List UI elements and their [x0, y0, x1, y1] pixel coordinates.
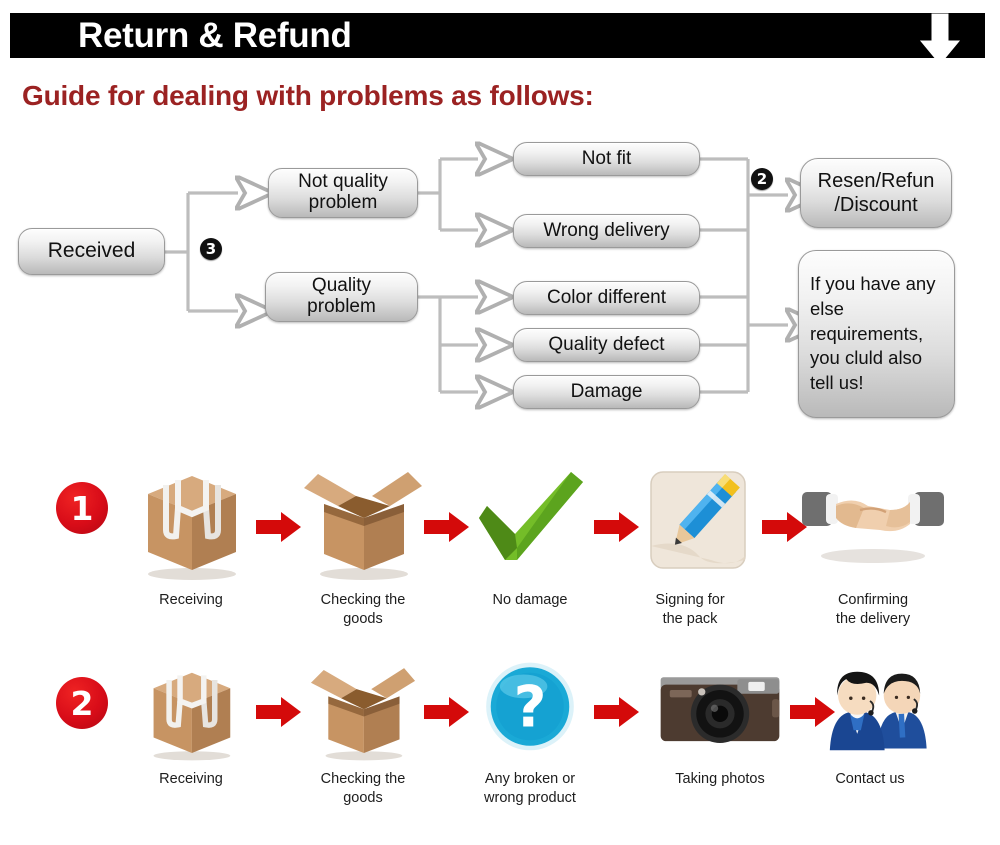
pencil-signing-icon: [625, 460, 755, 585]
flow-node-not-quality-problem-label: Not quality problem: [298, 171, 388, 213]
sealed-box-icon: [126, 460, 256, 585]
flow-node-quality-problem-label: Quality problem: [307, 275, 376, 317]
flow-node-color-different[interactable]: Color different: [513, 281, 700, 315]
process-step[interactable]: Contact us: [800, 659, 940, 789]
process-step[interactable]: Signing for the pack: [625, 460, 755, 628]
process-step[interactable]: No damage: [465, 460, 595, 610]
red-arrow-icon: [256, 510, 302, 544]
flow-node-not-fit-label: Not fit: [581, 147, 632, 169]
flow-node-else-requirements[interactable]: If you have any else requirements, you c…: [798, 250, 955, 418]
row-number-badge-1-label: 1: [70, 488, 94, 528]
process-step-label: Receiving: [159, 592, 223, 608]
flow-node-else-requirements-label: If you have any else requirements, you c…: [810, 273, 936, 394]
row-number-badge-2: 2: [56, 677, 108, 729]
process-step-label: Checking the goods: [320, 771, 406, 806]
flow-node-not-quality-problem[interactable]: Not quality problem: [268, 168, 418, 218]
flow-node-not-fit[interactable]: Not fit: [513, 142, 700, 176]
red-arrow-icon: [424, 510, 470, 544]
flow-node-resend-refund-discount[interactable]: Resen/Refun /Discount: [800, 158, 952, 228]
open-box-icon: [298, 659, 428, 764]
flow-node-quality-problem[interactable]: Quality problem: [265, 272, 418, 322]
process-step[interactable]: Checking the goods: [298, 659, 428, 807]
support-agents-icon: [800, 659, 940, 764]
green-check-icon: [465, 460, 595, 585]
process-step[interactable]: Checking the goods: [298, 460, 428, 628]
flow-badge-three: 3: [200, 238, 222, 260]
process-step-label: No damage: [492, 592, 568, 608]
process-row-1: 1 Receiving Checking the goods No damage…: [0, 450, 1000, 650]
flow-node-damage[interactable]: Damage: [513, 375, 700, 409]
svg-text:?: ?: [514, 675, 547, 741]
process-step[interactable]: Confirming the delivery: [798, 460, 948, 628]
sealed-box-icon: [126, 659, 256, 764]
flow-badge-two: 2: [751, 168, 773, 190]
flow-node-damage-label: Damage: [570, 380, 643, 402]
process-step-label: Confirming the delivery: [835, 592, 911, 627]
flow-node-resend-refund-discount-label: Resen/Refun /Discount: [817, 169, 935, 216]
camera-icon: [645, 659, 795, 764]
flow-node-wrong-delivery[interactable]: Wrong delivery: [513, 214, 700, 248]
open-box-icon: [298, 460, 428, 585]
flow-node-color-different-label: Color different: [547, 286, 666, 308]
process-step[interactable]: ? Any broken or wrong product: [465, 659, 595, 807]
red-arrow-icon: [424, 695, 470, 729]
handshake-icon: [798, 460, 948, 585]
flow-badge-three-label: 3: [205, 239, 217, 258]
return-refund-infographic: Return & Refund Guide for dealing with p…: [0, 0, 1000, 841]
flow-node-received-label: Received: [47, 239, 136, 263]
flow-node-quality-defect-label: Quality defect: [548, 333, 665, 355]
process-step-label: Taking photos: [675, 771, 765, 787]
red-arrow-icon: [256, 695, 302, 729]
process-step[interactable]: Receiving: [126, 460, 256, 610]
process-step[interactable]: Taking photos: [645, 659, 795, 789]
process-step[interactable]: Receiving: [126, 659, 256, 789]
process-rows: 1 Receiving Checking the goods No damage…: [0, 440, 1000, 841]
process-step-label: Signing for the pack: [655, 592, 725, 627]
process-step-label: Any broken or wrong product: [484, 771, 576, 806]
flow-node-received[interactable]: Received: [18, 228, 165, 275]
process-step-label: Contact us: [835, 771, 905, 787]
flow-badge-two-label: 2: [756, 169, 768, 188]
row-number-badge-2-label: 2: [70, 683, 94, 723]
flow-node-wrong-delivery-label: Wrong delivery: [543, 219, 670, 241]
flowchart: Received Not quality problem Quality pro…: [0, 0, 1000, 440]
red-arrow-icon: [594, 695, 640, 729]
row-number-badge-1: 1: [56, 482, 108, 534]
process-step-label: Receiving: [159, 771, 223, 787]
blue-question-icon: ?: [465, 659, 595, 764]
flow-node-quality-defect[interactable]: Quality defect: [513, 328, 700, 362]
process-row-2: 2 Receiving Checking the goods ? Any bro…: [0, 645, 1000, 845]
process-step-label: Checking the goods: [320, 592, 406, 627]
